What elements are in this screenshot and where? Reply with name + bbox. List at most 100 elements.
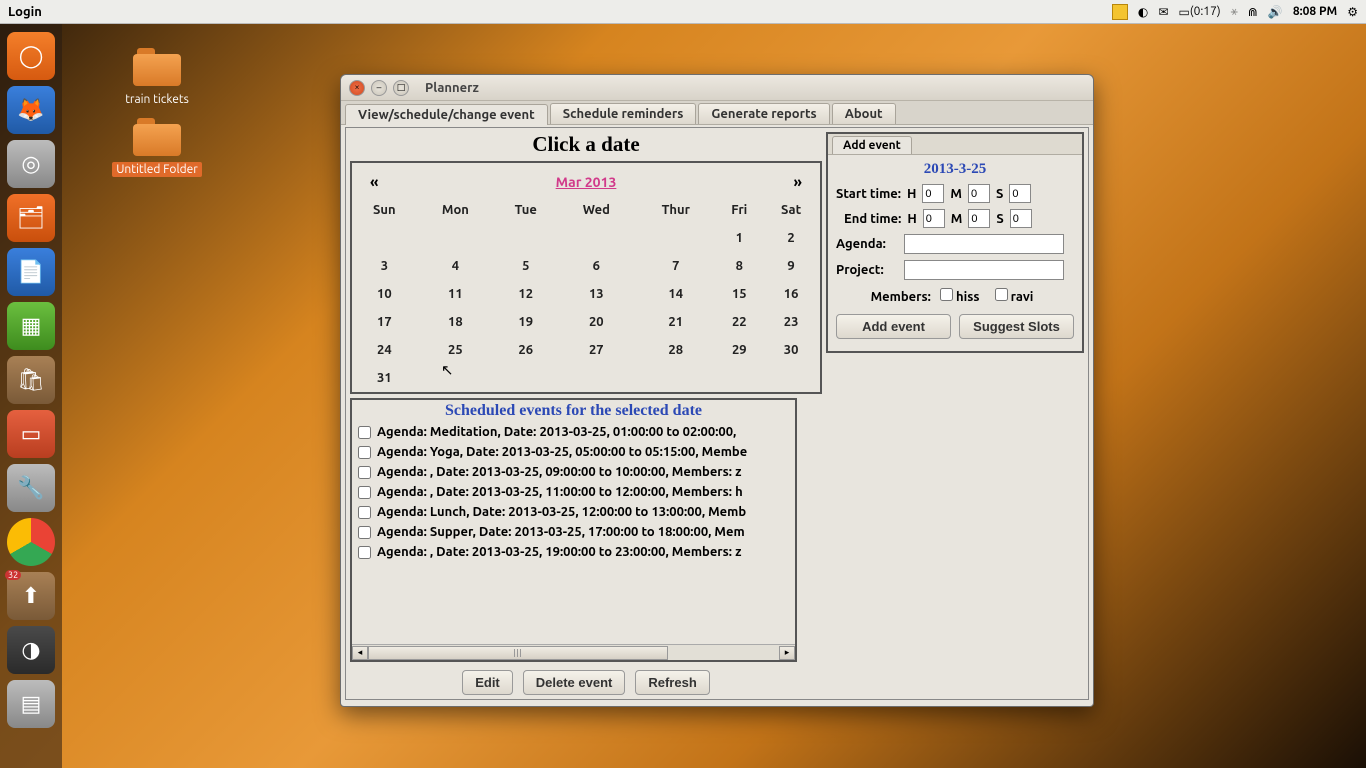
network-icon[interactable]: ◐	[1138, 5, 1148, 19]
impress-icon[interactable]: ▭	[7, 410, 55, 458]
files-icon[interactable]: 🗂	[7, 194, 55, 242]
cal-cell[interactable]: 11	[417, 280, 494, 308]
event-row[interactable]: Agenda: Yoga, Date: 2013-03-25, 05:00:00…	[352, 442, 795, 462]
scroll-left-icon[interactable]: ◂	[352, 646, 368, 660]
minimize-icon[interactable]: ‒	[371, 80, 387, 96]
notify-icon[interactable]	[1112, 4, 1128, 20]
event-row[interactable]: Agenda: Supper, Date: 2013-03-25, 17:00:…	[352, 522, 795, 542]
project-input[interactable]	[904, 260, 1064, 280]
cal-cell[interactable]: 5	[494, 252, 557, 280]
scroll-thumb[interactable]	[368, 646, 668, 660]
cal-cell[interactable]: 9	[762, 252, 820, 280]
end-h-input[interactable]	[923, 209, 945, 228]
updates-icon[interactable]: ⬆32	[7, 572, 55, 620]
cal-cell[interactable]: 17	[352, 308, 417, 336]
end-m-input[interactable]	[968, 209, 990, 228]
event-row[interactable]: Agenda: , Date: 2013-03-25, 09:00:00 to …	[352, 462, 795, 482]
battery-icon[interactable]: ▭ (0:17)	[1178, 5, 1220, 19]
cal-cell[interactable]: 3	[352, 252, 417, 280]
clock[interactable]: 8:08 PM	[1293, 5, 1337, 18]
cal-cell[interactable]: 8	[716, 252, 762, 280]
event-checkbox[interactable]	[358, 486, 371, 499]
cal-cell[interactable]: 4	[417, 252, 494, 280]
maximize-icon[interactable]: □	[393, 80, 409, 96]
dash-icon[interactable]: ◯	[7, 32, 55, 80]
tab-add-event[interactable]: Add event	[832, 136, 912, 154]
cal-cell[interactable]: 20	[557, 308, 635, 336]
cal-cell[interactable]: 22	[716, 308, 762, 336]
close-icon[interactable]: ×	[349, 80, 365, 96]
cal-month-label[interactable]: Mar 2013	[556, 174, 617, 190]
cal-cell[interactable]: 12	[494, 280, 557, 308]
cal-cell[interactable]: 18	[417, 308, 494, 336]
event-checkbox[interactable]	[358, 426, 371, 439]
sound-icon[interactable]: 🔊	[1268, 5, 1283, 19]
start-s-input[interactable]	[1009, 184, 1031, 203]
start-h-input[interactable]	[922, 184, 944, 203]
event-row[interactable]: Agenda: Meditation, Date: 2013-03-25, 01…	[352, 422, 795, 442]
cal-cell[interactable]: 23	[762, 308, 820, 336]
cal-cell[interactable]: 6	[557, 252, 635, 280]
refresh-button[interactable]: Refresh	[635, 670, 709, 695]
cal-next-button[interactable]: »	[794, 173, 802, 190]
cal-prev-button[interactable]: «	[370, 173, 378, 190]
wifi-icon[interactable]: ⋒	[1248, 5, 1258, 19]
cal-cell[interactable]: 2	[762, 224, 820, 252]
chrome-icon[interactable]	[7, 518, 55, 566]
tab-view-schedule[interactable]: View/schedule/change event	[345, 104, 548, 125]
firefox-icon[interactable]: 🦊	[7, 86, 55, 134]
calc-icon[interactable]: ▦	[7, 302, 55, 350]
event-checkbox[interactable]	[358, 526, 371, 539]
add-event-button[interactable]: Add event	[836, 314, 951, 339]
suggest-slots-button[interactable]: Suggest Slots	[959, 314, 1074, 339]
cal-cell[interactable]: 27	[557, 336, 635, 364]
mail-icon[interactable]: ✉	[1158, 5, 1168, 19]
cal-cell[interactable]: 24	[352, 336, 417, 364]
event-row[interactable]: Agenda: , Date: 2013-03-25, 19:00:00 to …	[352, 542, 795, 562]
member-hiss-checkbox[interactable]	[940, 288, 953, 301]
gear-icon[interactable]: ⚙	[1347, 5, 1358, 19]
member-ravi-checkbox[interactable]	[995, 288, 1008, 301]
titlebar[interactable]: × ‒ □ Plannerz	[341, 75, 1093, 101]
cal-cell[interactable]: 10	[352, 280, 417, 308]
cal-cell[interactable]: 7	[635, 252, 716, 280]
eclipse-icon[interactable]: ◑	[7, 626, 55, 674]
device-icon[interactable]: ▤	[7, 680, 55, 728]
cal-cell[interactable]: 1	[716, 224, 762, 252]
desktop-folder-untitled[interactable]: Untitled Folder	[112, 118, 202, 177]
scroll-right-icon[interactable]: ▸	[779, 646, 795, 660]
tab-reminders[interactable]: Schedule reminders	[550, 103, 697, 124]
event-checkbox[interactable]	[358, 546, 371, 559]
writer-icon[interactable]: 📄	[7, 248, 55, 296]
end-s-input[interactable]	[1010, 209, 1032, 228]
cal-cell[interactable]: 21	[635, 308, 716, 336]
edit-button[interactable]: Edit	[462, 670, 513, 695]
chromium-icon[interactable]: ◎	[7, 140, 55, 188]
desktop-folder-traintickets[interactable]: train tickets	[112, 48, 202, 107]
tab-reports[interactable]: Generate reports	[698, 103, 829, 124]
cal-cell[interactable]: 26	[494, 336, 557, 364]
cal-cell[interactable]: 30	[762, 336, 820, 364]
cal-cell[interactable]: 29	[716, 336, 762, 364]
event-row[interactable]: Agenda: Lunch, Date: 2013-03-25, 12:00:0…	[352, 502, 795, 522]
delete-event-button[interactable]: Delete event	[523, 670, 626, 695]
event-row[interactable]: Agenda: , Date: 2013-03-25, 11:00:00 to …	[352, 482, 795, 502]
cal-cell[interactable]: 14	[635, 280, 716, 308]
events-hscroll[interactable]: ◂ ▸	[352, 644, 795, 660]
cal-cell[interactable]: 28	[635, 336, 716, 364]
agenda-input[interactable]	[904, 234, 1064, 254]
cal-cell[interactable]: 15	[716, 280, 762, 308]
cal-cell[interactable]: 25	[417, 336, 494, 364]
cal-cell[interactable]: 16	[762, 280, 820, 308]
cal-cell[interactable]: 13	[557, 280, 635, 308]
event-checkbox[interactable]	[358, 446, 371, 459]
bluetooth-icon[interactable]: ⚹	[1231, 5, 1238, 19]
tab-about[interactable]: About	[832, 103, 896, 124]
event-checkbox[interactable]	[358, 466, 371, 479]
event-checkbox[interactable]	[358, 506, 371, 519]
cal-cell[interactable]: 19	[494, 308, 557, 336]
start-m-input[interactable]	[968, 184, 990, 203]
software-center-icon[interactable]: 🛍	[7, 356, 55, 404]
cal-cell[interactable]: 31	[352, 364, 417, 392]
settings-icon[interactable]: 🔧	[7, 464, 55, 512]
